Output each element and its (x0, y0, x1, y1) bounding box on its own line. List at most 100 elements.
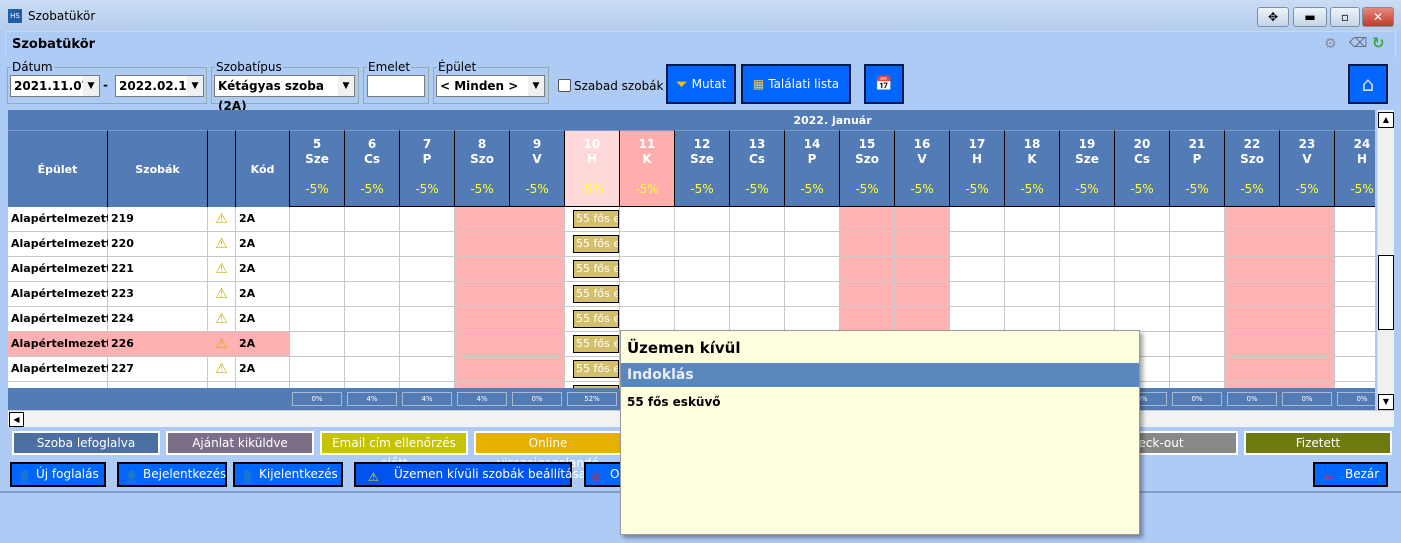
day-header[interactable]: 17 H -5% (950, 130, 1005, 207)
day-cell[interactable] (1060, 232, 1115, 257)
day-cell[interactable] (345, 232, 400, 257)
day-cell[interactable] (1335, 207, 1375, 232)
day-cell[interactable] (785, 257, 840, 282)
check-out-button[interactable]: 👤 Kijelentkezés (233, 462, 343, 487)
day-cell[interactable] (840, 282, 895, 307)
home-button[interactable]: ⌂ (1348, 64, 1388, 104)
table-row[interactable]: Alapértelmezett 224 ⚠ 2A 55 fős e (8, 307, 1375, 332)
day-header[interactable]: 12 Sze -5% (675, 130, 730, 207)
day-cell[interactable] (840, 257, 895, 282)
day-header[interactable]: 21 P -5% (1170, 130, 1225, 207)
day-cell[interactable] (840, 307, 895, 332)
day-cell[interactable] (1005, 282, 1060, 307)
day-cell[interactable] (675, 282, 730, 307)
day-header[interactable]: 23 V -5% (1280, 130, 1335, 207)
room-type-select[interactable]: Kétágyas szoba (2A) ▼ (214, 75, 355, 113)
day-cell[interactable] (1225, 307, 1280, 332)
day-cell[interactable] (1115, 257, 1170, 282)
day-cell[interactable] (455, 357, 510, 382)
day-cell[interactable] (290, 307, 345, 332)
day-cell[interactable] (510, 357, 565, 382)
day-cell[interactable] (895, 207, 950, 232)
day-cell[interactable] (1060, 257, 1115, 282)
out-of-order-event[interactable]: 55 fős e (573, 360, 619, 378)
day-cell[interactable] (1335, 307, 1375, 332)
scroll-down-icon[interactable]: ▼ (1378, 394, 1394, 410)
day-cell[interactable] (1335, 282, 1375, 307)
day-header[interactable]: 9 V -5% (510, 130, 565, 207)
day-cell[interactable] (675, 257, 730, 282)
day-header[interactable]: 15 Szo -5% (840, 130, 895, 207)
day-cell[interactable] (345, 282, 400, 307)
day-header[interactable]: 6 Cs -5% (345, 130, 400, 207)
out-of-order-event[interactable]: 55 fős e (573, 335, 619, 353)
day-header[interactable]: 19 Sze -5% (1060, 130, 1115, 207)
day-header[interactable]: 7 P -5% (400, 130, 455, 207)
day-cell[interactable] (290, 257, 345, 282)
close-window-button[interactable]: ✕ (1362, 7, 1394, 27)
day-cell[interactable] (510, 232, 565, 257)
day-cell[interactable] (290, 282, 345, 307)
minimize-button[interactable]: ▬ (1293, 7, 1327, 27)
day-cell[interactable] (1280, 232, 1335, 257)
out-of-order-event[interactable]: 55 fős e (573, 310, 619, 328)
day-cell[interactable] (675, 232, 730, 257)
day-cell[interactable] (730, 307, 785, 332)
day-cell[interactable] (620, 257, 675, 282)
day-cell[interactable] (730, 232, 785, 257)
day-header[interactable]: 8 Szo -5% (455, 130, 510, 207)
day-cell[interactable] (1280, 357, 1335, 382)
day-cell[interactable] (455, 257, 510, 282)
day-cell[interactable] (1170, 207, 1225, 232)
move-window-button[interactable]: ✥ (1257, 7, 1289, 27)
day-cell[interactable] (400, 357, 455, 382)
day-cell[interactable] (345, 257, 400, 282)
day-cell[interactable] (345, 357, 400, 382)
day-cell[interactable] (455, 332, 510, 357)
date-from-select[interactable]: 2021.11.07 ▼ (10, 75, 100, 97)
day-cell[interactable] (950, 282, 1005, 307)
day-cell[interactable] (510, 307, 565, 332)
out-of-order-rooms-button[interactable]: ⚠ Üzemen kívüli szobák beállítása (354, 462, 586, 487)
day-cell[interactable] (345, 332, 400, 357)
day-cell[interactable] (400, 282, 455, 307)
day-cell[interactable] (785, 282, 840, 307)
day-cell[interactable] (950, 257, 1005, 282)
day-cell[interactable] (1170, 282, 1225, 307)
table-row[interactable]: Alapértelmezett 219 ⚠ 2A 55 fős e (8, 207, 1375, 232)
day-header[interactable]: 22 Szo -5% (1225, 130, 1280, 207)
out-of-order-event[interactable]: 55 fős e (573, 210, 619, 228)
day-cell[interactable] (950, 232, 1005, 257)
day-cell[interactable] (510, 282, 565, 307)
calendar-view-button[interactable]: 📅 (864, 64, 904, 104)
day-header[interactable]: 14 P -5% (785, 130, 840, 207)
day-cell[interactable] (895, 282, 950, 307)
day-cell[interactable] (1280, 282, 1335, 307)
day-cell[interactable] (400, 257, 455, 282)
day-cell[interactable] (1335, 357, 1375, 382)
day-cell[interactable] (1170, 257, 1225, 282)
day-cell[interactable] (620, 282, 675, 307)
day-cell[interactable] (1225, 357, 1280, 382)
day-cell[interactable] (1335, 232, 1375, 257)
day-header[interactable]: 5 Sze -5% (290, 130, 345, 207)
day-cell[interactable] (730, 282, 785, 307)
maximize-button[interactable]: ▫ (1330, 7, 1360, 27)
table-row[interactable]: Alapértelmezett 223 ⚠ 2A 55 fős e (8, 282, 1375, 307)
result-list-button[interactable]: ▦ Találati lista (741, 64, 851, 104)
building-select[interactable]: < Minden > ▼ (436, 75, 545, 97)
day-cell[interactable] (1060, 282, 1115, 307)
scrollbar-thumb[interactable] (1378, 255, 1394, 330)
day-cell[interactable] (1005, 307, 1060, 332)
day-cell[interactable] (1060, 207, 1115, 232)
day-header[interactable]: 18 K -5% (1005, 130, 1060, 207)
day-cell[interactable] (1005, 207, 1060, 232)
day-cell[interactable] (400, 207, 455, 232)
column-header-building[interactable]: Épület (8, 130, 108, 207)
globe-button[interactable]: ⊕ O (584, 462, 624, 487)
day-cell[interactable] (1115, 282, 1170, 307)
day-cell[interactable] (1280, 207, 1335, 232)
day-cell[interactable] (620, 307, 675, 332)
settings-gear-icon[interactable]: ⚙ (1324, 36, 1337, 52)
refresh-icon[interactable]: ↻ (1372, 34, 1385, 52)
